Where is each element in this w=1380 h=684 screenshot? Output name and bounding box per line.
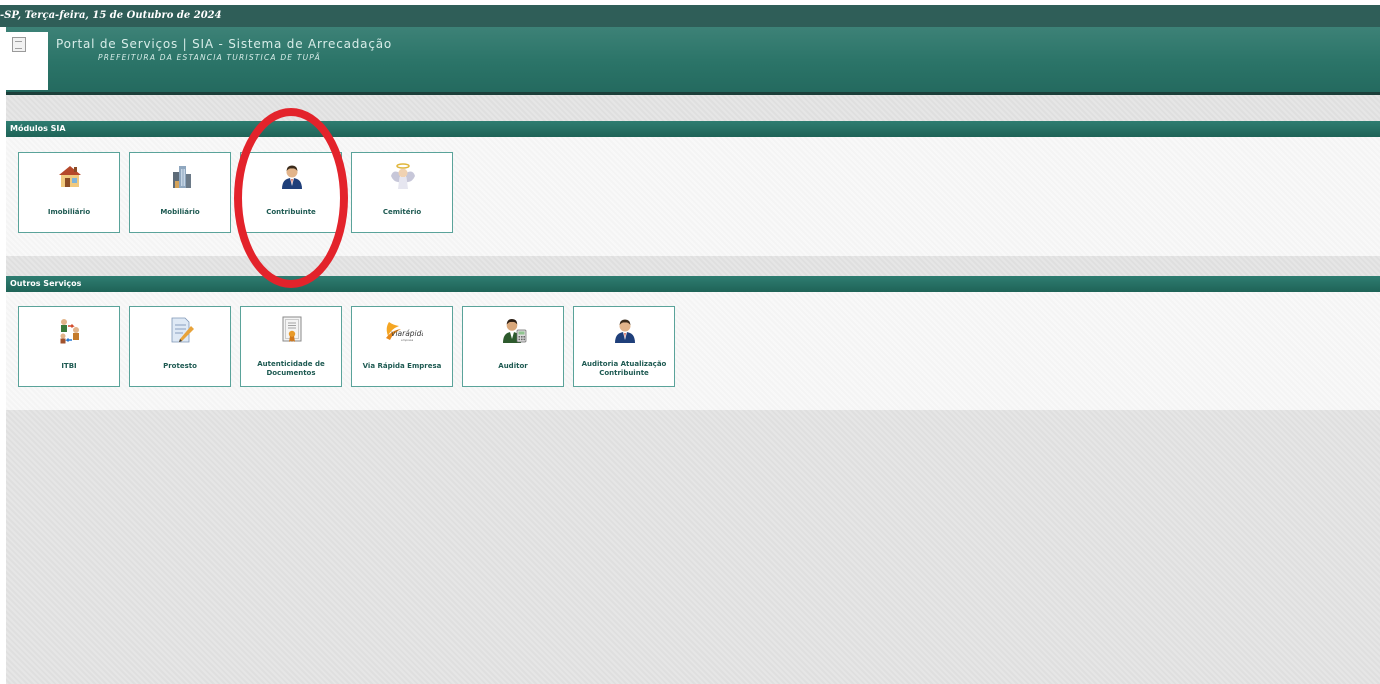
broken-image-icon	[12, 37, 26, 52]
people-exchange-icon	[60, 319, 79, 344]
document-pencil-icon	[171, 317, 194, 343]
tile-label: Mobiliário	[160, 208, 200, 216]
via-rapida-logo-icon: viarápida empresa	[386, 322, 423, 342]
tile-imobiliario[interactable]: Imobiliário	[18, 152, 120, 233]
tile-itbi[interactable]: ITBI	[18, 306, 120, 387]
via-rapida-logo-subtext: empresa	[401, 338, 413, 342]
house-icon	[59, 166, 81, 187]
angel-icon	[391, 163, 415, 189]
date-text: -SP, Terça-feira, 15 de Outubro de 2024	[0, 10, 222, 21]
tile-cemiterio[interactable]: Cemitério	[351, 152, 453, 233]
page: -SP, Terça-feira, 15 de Outubro de 2024 …	[0, 0, 1380, 684]
portal-subtitle: PREFEITURA DA ESTANCIA TURISTICA DE TUPÃ	[98, 53, 321, 62]
section-title-outros: Outros Serviços	[6, 276, 1380, 292]
section-modulos: Imobiliário Mobiliário Contribuinte Cemi…	[6, 137, 1380, 256]
auditor-icon	[503, 319, 527, 343]
tile-label: Protesto	[163, 362, 197, 370]
tile-via-rapida[interactable]: viarápida empresa Via Rápida Empresa	[351, 306, 453, 387]
tile-label: Contribuinte	[266, 208, 316, 216]
certificate-icon	[282, 316, 302, 342]
tile-mobiliario[interactable]: Mobiliário	[129, 152, 231, 233]
logo[interactable]	[6, 32, 48, 90]
buildings-icon	[173, 166, 191, 188]
via-rapida-logo-text: viarápida	[391, 329, 423, 338]
tile-label: ITBI	[61, 362, 77, 370]
tile-label: Auditoria Atualização Contribuinte	[581, 360, 667, 377]
tile-label: Auditor	[498, 362, 528, 370]
tile-label: Cemitério	[382, 208, 422, 216]
person-icon	[615, 319, 635, 343]
date-bar: -SP, Terça-feira, 15 de Outubro de 2024	[0, 5, 1380, 27]
portal-header: Portal de Serviços | SIA - Sistema de Ar…	[6, 27, 1380, 92]
tile-protesto[interactable]: Protesto	[129, 306, 231, 387]
tile-label: Via Rápida Empresa	[362, 362, 442, 370]
section-outros: ITBI Protesto Autenticidade de Documento…	[6, 292, 1380, 410]
person-icon	[282, 165, 302, 189]
portal-title: Portal de Serviços | SIA - Sistema de Ar…	[56, 37, 393, 51]
tile-label: Autenticidade de Documentos	[257, 360, 325, 377]
tile-autenticidade[interactable]: Autenticidade de Documentos	[240, 306, 342, 387]
tile-auditoria-atualizacao[interactable]: Auditoria Atualização Contribuinte	[573, 306, 675, 387]
tile-contribuinte[interactable]: Contribuinte	[240, 152, 342, 233]
tile-label: Imobiliário	[47, 208, 91, 216]
header-divider	[6, 92, 1380, 95]
section-title-modulos: Módulos SIA	[6, 121, 1380, 137]
tile-auditor[interactable]: Auditor	[462, 306, 564, 387]
